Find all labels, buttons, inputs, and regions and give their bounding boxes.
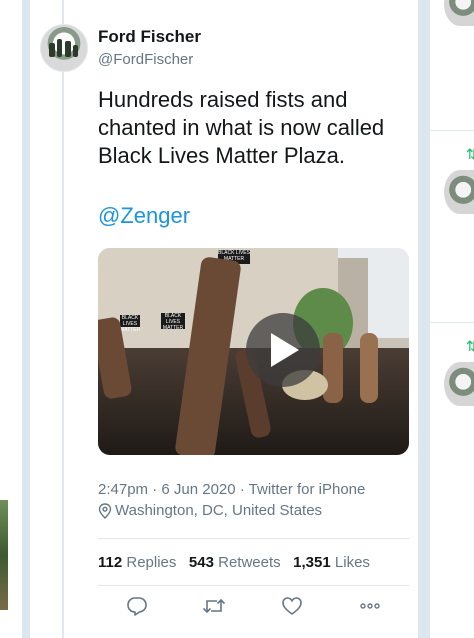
heart-icon [282,597,302,615]
divider [98,585,409,586]
divider [98,538,409,539]
more-button[interactable] [358,595,382,619]
retweet-indicator-icon: ⇅ [466,338,474,354]
video-thumbnail[interactable]: BLACK LIVES MATTER BLACK LIVES MATTER BL… [98,248,409,455]
avatar[interactable] [444,362,474,406]
replies-count: 112 [98,554,123,571]
location-text: Washington, DC, United States [115,502,323,519]
retweets-label[interactable]: Retweets [218,554,281,571]
avatar[interactable] [444,170,474,214]
right-divider-rail [418,0,430,638]
tweet-actions [98,595,409,619]
author-name[interactable]: Ford Fischer [98,27,201,47]
retweet-indicator-icon: ⇅ [466,146,474,162]
retweet-icon [202,598,226,614]
partial-image [0,500,8,610]
adjacent-column: ⇅ ⇅ [430,0,474,638]
play-icon [271,333,299,367]
replies-label: Replies [126,554,177,571]
reply-icon [127,597,147,616]
author-handle[interactable]: @FordFischer [98,51,193,68]
engagement-stats: 112 Replies 543 Retweets 1,351 Likes [98,554,370,571]
reply-button[interactable] [126,595,150,619]
more-icon [360,603,380,609]
tweet-text: Hundreds raised fists and chanted in wha… [98,87,385,168]
likes-label[interactable]: Likes [335,554,370,571]
like-button[interactable] [281,595,305,619]
author-avatar[interactable] [40,24,88,72]
play-button[interactable] [246,313,320,387]
tweet-timestamp[interactable]: 2:47pm · 6 Jun 2020 · Twitter for iPhone [98,481,365,498]
protest-sign: BLACK LIVES MATTER [161,313,185,331]
avatar[interactable] [444,0,474,26]
location-pin-icon [98,502,112,519]
retweets-count[interactable]: 543 [189,554,214,571]
protest-sign: BLACK LIVES MATTER [120,315,141,333]
left-column-edge [0,0,22,638]
thread-line [62,0,64,638]
left-divider-rail [22,0,30,638]
mention-link[interactable]: @Zenger [98,203,190,229]
likes-count[interactable]: 1,351 [293,554,331,571]
retweet-button[interactable] [202,595,226,619]
tweet-location[interactable]: Washington, DC, United States [98,502,322,519]
